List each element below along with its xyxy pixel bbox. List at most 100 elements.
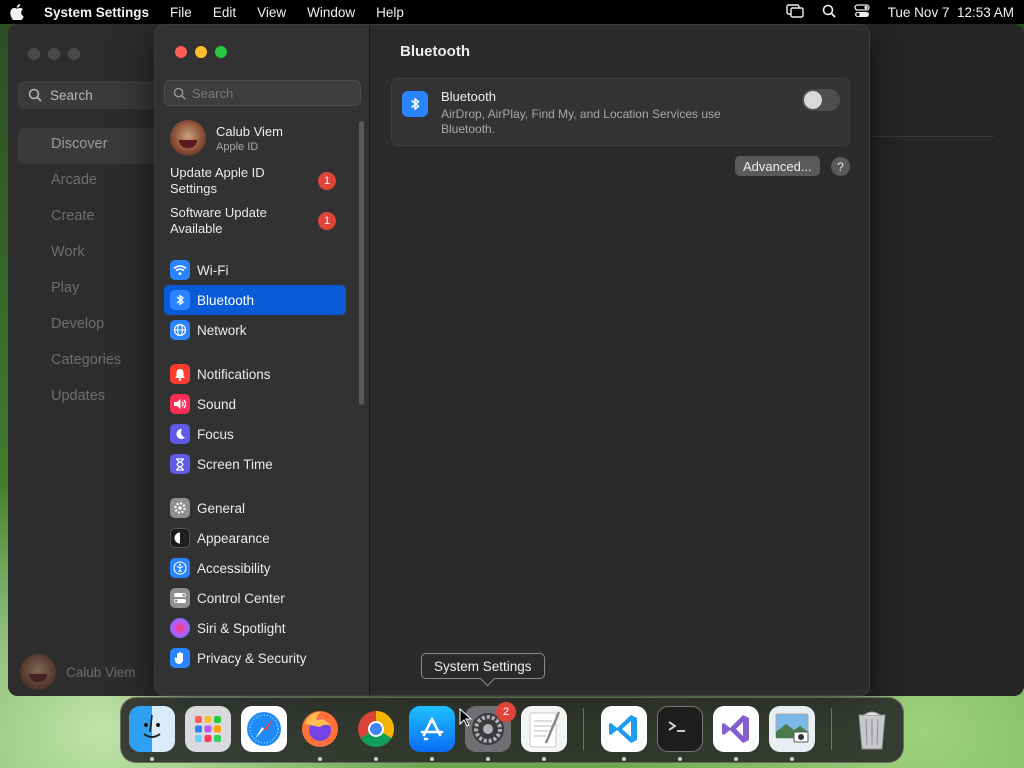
bluetooth-icon [402,91,428,117]
update-apple-id-notice[interactable]: Update Apple ID Settings 1 [164,161,346,201]
spotlight-search-icon[interactable] [822,4,836,21]
sidebar-item-label: Notifications [197,366,271,382]
background-nav-item[interactable]: Categories [18,344,168,380]
running-indicator [318,757,322,761]
menu-help[interactable]: Help [376,5,404,20]
app-store-icon[interactable] [409,706,455,752]
background-nav-item[interactable]: Updates [18,380,168,416]
running-indicator [486,757,490,761]
bluetooth-icon [170,290,190,310]
sidebar-item-label: General [197,500,246,516]
background-nav-item[interactable]: Discover [18,128,168,164]
appearance-icon [170,528,190,548]
sidebar-item-bluetooth[interactable]: Bluetooth [164,285,346,315]
minimize-window-button[interactable] [195,46,207,58]
window-controls [175,46,227,58]
running-indicator [150,757,154,761]
visual-studio-icon[interactable] [713,706,759,752]
sidebar-item-network[interactable]: Network [164,315,346,345]
bluetooth-toggle[interactable] [802,89,840,111]
sidebar-item-sound[interactable]: Sound [164,389,346,419]
profile-subtitle: Apple ID [216,140,259,153]
apple-menu-icon[interactable] [10,4,44,20]
sidebar-item-control-center[interactable]: Control Center [164,583,346,613]
chrome-icon[interactable] [353,706,399,752]
launchpad-icon[interactable] [185,706,231,752]
notification-badge: 1 [318,172,336,190]
moon-icon [170,424,190,444]
sidebar-item-notifications[interactable]: Notifications [164,359,346,389]
sidebar-item-siri-spotlight[interactable]: Siri & Spotlight [164,613,346,643]
apple-id-profile[interactable]: Calub Viem Apple ID [164,115,346,161]
menu-app-name[interactable]: System Settings [44,5,149,20]
avatar [170,120,206,156]
sidebar-item-label: Bluetooth [197,292,255,308]
finder-icon[interactable] [129,706,175,752]
mouse-cursor-icon [459,707,473,731]
profile-name: Calub Viem [216,123,283,139]
dock-separator [583,708,584,750]
menu-bar: System Settings File Edit View Window He… [0,0,1024,24]
help-button[interactable]: ? [831,157,850,176]
sidebar-item-general[interactable]: General [164,493,346,523]
background-nav-list: Discover Arcade Create Work Play Develop… [18,128,168,416]
safari-icon[interactable] [241,706,287,752]
system-settings-badge: 2 [496,702,516,722]
menu-view[interactable]: View [257,5,286,20]
sidebar-item-focus[interactable]: Focus [164,419,346,449]
sidebar-item-accessibility[interactable]: Accessibility [164,553,346,583]
bell-icon [170,364,190,384]
gear-icon [170,498,190,518]
sidebar-item-label: Screen Time [197,456,273,472]
trash-icon[interactable] [849,706,895,752]
preview-icon[interactable] [769,706,815,752]
background-nav-item[interactable]: Arcade [18,164,168,200]
sidebar-group-system: General Appearance Accessibility Control… [164,493,346,673]
textedit-icon[interactable] [521,706,567,752]
sidebar-scrollbar[interactable] [359,121,364,405]
menu-edit[interactable]: Edit [213,5,236,20]
sidebar-item-label: Accessibility [197,560,271,576]
background-nav-item[interactable]: Play [18,272,168,308]
running-indicator [374,757,378,761]
sidebar-item-wifi[interactable]: Wi-Fi [164,255,346,285]
sidebar-item-label: Network [197,322,247,338]
control-center-icon[interactable] [854,3,870,21]
sidebar-group-attention: Notifications Sound Focus Screen Time [164,359,346,479]
settings-search-field[interactable] [164,80,361,106]
background-nav-item[interactable]: Develop [18,308,168,344]
terminal-icon[interactable] [657,706,703,752]
background-user-account[interactable]: Calub Viem [20,654,136,690]
hand-icon [170,648,190,668]
notice-label-line1: Update Apple ID [170,165,265,180]
software-update-notice[interactable]: Software Update Available 1 [164,201,346,241]
dock-separator [831,708,832,750]
settings-search-input[interactable] [192,85,352,101]
menu-window[interactable]: Window [307,5,355,20]
speaker-icon [170,394,190,414]
sidebar-item-screen-time[interactable]: Screen Time [164,449,346,479]
siri-icon [170,618,190,638]
background-window-controls [28,48,80,60]
firefox-icon[interactable] [297,706,343,752]
sidebar-item-privacy-security[interactable]: Privacy & Security [164,643,346,673]
background-nav-item[interactable]: Create [18,200,168,236]
menu-clock[interactable]: Tue Nov 7 12:53 AM [888,5,1014,20]
page-title: Bluetooth [400,43,470,60]
search-icon [28,88,42,102]
advanced-button[interactable]: Advanced... [735,156,820,176]
running-indicator [790,757,794,761]
screen-mirroring-icon[interactable] [785,3,804,21]
close-window-button[interactable] [175,46,187,58]
sidebar-item-label: Appearance [197,530,270,546]
running-indicator [430,757,434,761]
toggle-knob [804,91,822,109]
zoom-window-button[interactable] [215,46,227,58]
notification-badge: 1 [318,212,336,230]
vscode-icon[interactable] [601,706,647,752]
menu-file[interactable]: File [170,5,192,20]
notice-label-line2: Settings [170,181,217,196]
background-nav-item[interactable]: Work [18,236,168,272]
background-search-field[interactable]: Search [18,81,168,109]
sidebar-item-appearance[interactable]: Appearance [164,523,346,553]
